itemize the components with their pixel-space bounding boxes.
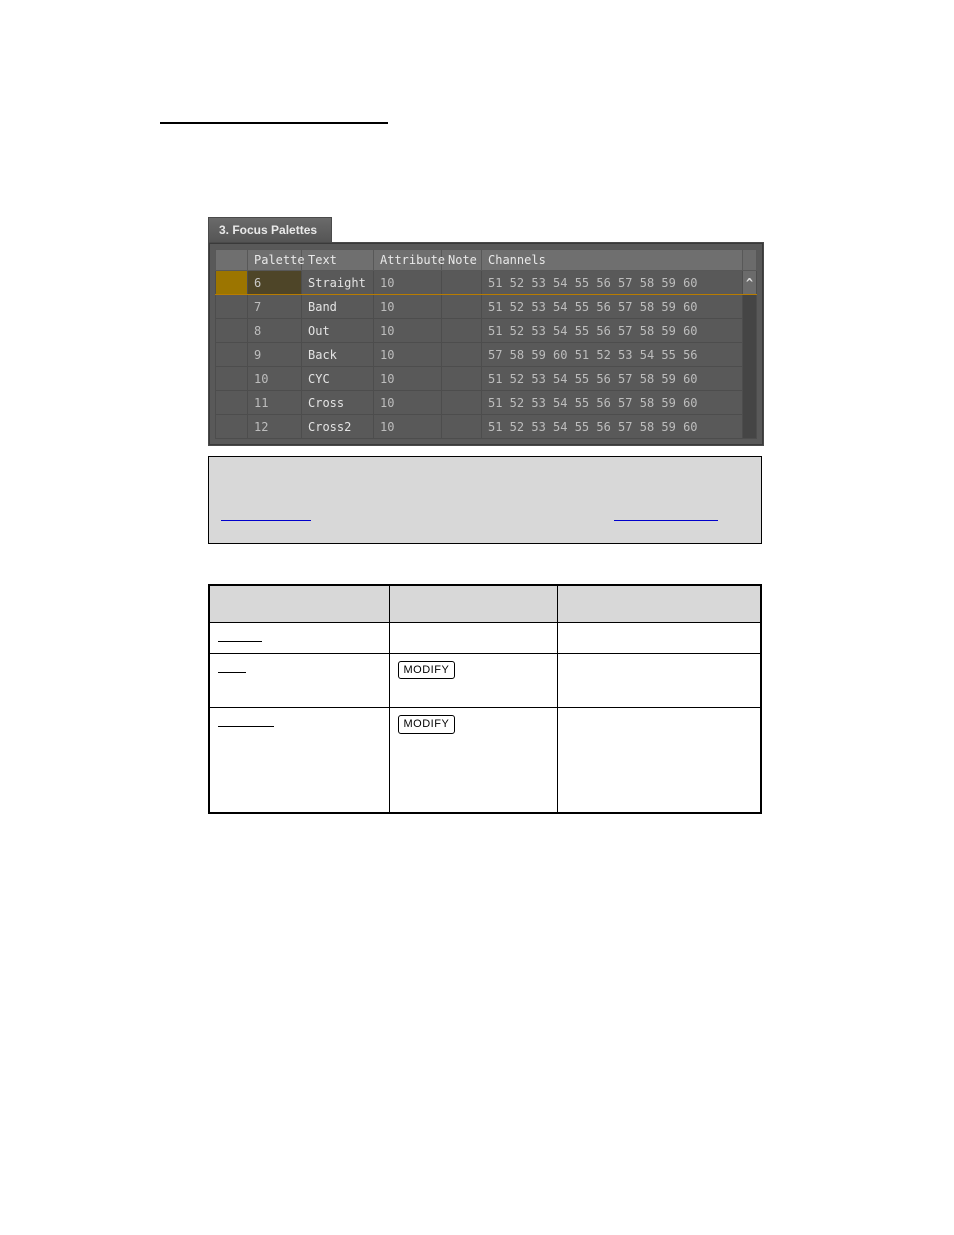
palettes-grid: Palette Text Attribute Note Channels 6 S…: [215, 249, 757, 439]
cell-palette[interactable]: 9: [248, 343, 302, 367]
cell-palette[interactable]: 7: [248, 295, 302, 319]
desc-col1: [209, 708, 389, 813]
desc-col2: [389, 622, 557, 653]
modify-keycap: MODIFY: [398, 661, 456, 680]
cell-note[interactable]: [442, 271, 482, 295]
cell-palette[interactable]: 11: [248, 391, 302, 415]
cell-attribute[interactable]: 10: [374, 391, 442, 415]
cell-note[interactable]: [442, 367, 482, 391]
cell-text[interactable]: CYC: [302, 367, 374, 391]
grid-header-note[interactable]: Note: [442, 250, 482, 271]
section-heading-underline: [160, 120, 894, 167]
row-selector[interactable]: [216, 391, 248, 415]
cell-palette[interactable]: 6: [248, 271, 302, 295]
desc-label-underline: [218, 640, 262, 642]
panel-tab-focus-palettes[interactable]: 3. Focus Palettes: [208, 217, 332, 242]
grid-header-scroll: [743, 250, 757, 271]
cell-attribute[interactable]: 10: [374, 295, 442, 319]
desc-row: [209, 622, 761, 653]
modify-keycap: MODIFY: [398, 715, 456, 734]
row-selector[interactable]: [216, 319, 248, 343]
cell-palette[interactable]: 8: [248, 319, 302, 343]
desc-header-3: [557, 585, 761, 623]
grid-header-blank: [216, 250, 248, 271]
row-selector[interactable]: [216, 271, 248, 295]
desc-col3: [557, 622, 761, 653]
grid-header-channels[interactable]: Channels: [482, 250, 743, 271]
desc-col3: [557, 653, 761, 708]
row-selector[interactable]: [216, 415, 248, 439]
cell-text[interactable]: Back: [302, 343, 374, 367]
desc-label-underline: [218, 671, 246, 673]
desc-row: MODIFY: [209, 653, 761, 708]
desc-label-underline: [218, 725, 274, 727]
row-selector[interactable]: [216, 343, 248, 367]
table-row[interactable]: 6 Straight 10 51 52 53 54 55 56 57 58 59…: [216, 271, 757, 295]
cell-text[interactable]: Straight: [302, 271, 374, 295]
cell-note[interactable]: [442, 391, 482, 415]
desc-col3: [557, 708, 761, 813]
cell-palette[interactable]: 12: [248, 415, 302, 439]
cell-channels[interactable]: 51 52 53 54 55 56 57 58 59 60: [482, 367, 743, 391]
cell-attribute[interactable]: 10: [374, 415, 442, 439]
desc-col1: [209, 622, 389, 653]
columns-description-table: MODIFY MODIFY: [208, 584, 762, 814]
cell-attribute[interactable]: 10: [374, 319, 442, 343]
grid-header-text[interactable]: Text: [302, 250, 374, 271]
grid-header-palette[interactable]: Palette: [248, 250, 302, 271]
table-row[interactable]: 12 Cross2 10 51 52 53 54 55 56 57 58 59 …: [216, 415, 757, 439]
cell-channels[interactable]: 51 52 53 54 55 56 57 58 59 60: [482, 319, 743, 343]
cell-attribute[interactable]: 10: [374, 343, 442, 367]
cell-text[interactable]: Cross: [302, 391, 374, 415]
row-selector[interactable]: [216, 295, 248, 319]
cell-channels[interactable]: 51 52 53 54 55 56 57 58 59 60: [482, 295, 743, 319]
cell-note[interactable]: [442, 343, 482, 367]
cell-channels[interactable]: 51 52 53 54 55 56 57 58 59 60: [482, 391, 743, 415]
desc-col2: MODIFY: [389, 708, 557, 813]
note-link-2[interactable]: [614, 519, 718, 521]
cell-channels[interactable]: 51 52 53 54 55 56 57 58 59 60: [482, 415, 743, 439]
grid-header-attribute[interactable]: Attribute: [374, 250, 442, 271]
cell-attribute[interactable]: 10: [374, 271, 442, 295]
scrollbar-track[interactable]: [743, 295, 757, 439]
cell-note[interactable]: [442, 319, 482, 343]
cell-palette[interactable]: 10: [248, 367, 302, 391]
desc-header-2: [389, 585, 557, 623]
table-row[interactable]: 10 CYC 10 51 52 53 54 55 56 57 58 59 60: [216, 367, 757, 391]
table-row[interactable]: 11 Cross 10 51 52 53 54 55 56 57 58 59 6…: [216, 391, 757, 415]
desc-row: MODIFY: [209, 708, 761, 813]
grid-header-row: Palette Text Attribute Note Channels: [216, 250, 757, 271]
cell-text[interactable]: Band: [302, 295, 374, 319]
scroll-up-icon[interactable]: ^: [743, 271, 757, 295]
desc-header-1: [209, 585, 389, 623]
cell-text[interactable]: Out: [302, 319, 374, 343]
table-row[interactable]: 8 Out 10 51 52 53 54 55 56 57 58 59 60: [216, 319, 757, 343]
cell-attribute[interactable]: 10: [374, 367, 442, 391]
cell-note[interactable]: [442, 415, 482, 439]
table-row[interactable]: 7 Band 10 51 52 53 54 55 56 57 58 59 60: [216, 295, 757, 319]
desc-col2: MODIFY: [389, 653, 557, 708]
cell-text[interactable]: Cross2: [302, 415, 374, 439]
table-row[interactable]: 9 Back 10 57 58 59 60 51 52 53 54 55 56: [216, 343, 757, 367]
note-box: [208, 456, 762, 544]
row-selector[interactable]: [216, 367, 248, 391]
cell-channels[interactable]: 51 52 53 54 55 56 57 58 59 60: [482, 271, 743, 295]
note-link-1[interactable]: [221, 519, 311, 521]
cell-channels[interactable]: 57 58 59 60 51 52 53 54 55 56: [482, 343, 743, 367]
desc-header-row: [209, 585, 761, 623]
focus-palettes-panel: Palette Text Attribute Note Channels 6 S…: [208, 242, 764, 446]
cell-note[interactable]: [442, 295, 482, 319]
desc-col1: [209, 653, 389, 708]
